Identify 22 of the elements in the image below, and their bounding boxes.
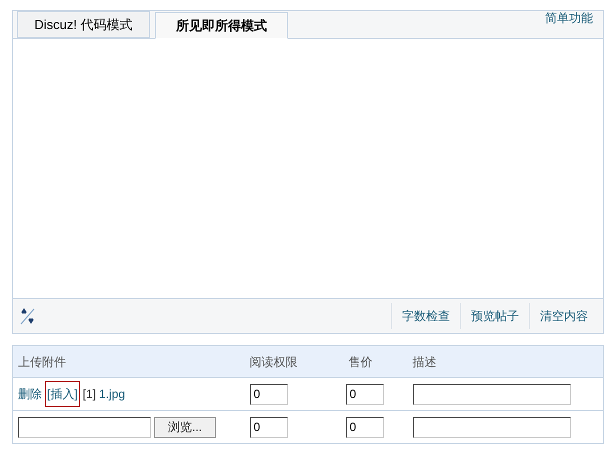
permission-field[interactable]: 0 [250, 384, 288, 404]
delete-link[interactable]: 删除 [18, 385, 42, 403]
description-field[interactable] [412, 416, 570, 438]
column-header: 阅读权限 [250, 354, 298, 368]
browse-button[interactable]: 浏览... [154, 416, 216, 438]
price-field[interactable]: 0 [346, 384, 384, 404]
toolbar-link[interactable]: 预览帖子 [460, 303, 529, 329]
permission-field[interactable]: 0 [250, 416, 288, 438]
column-header: 售价 [348, 354, 372, 368]
column-header: 描述 [412, 354, 436, 368]
description-field[interactable] [412, 384, 570, 404]
toolbar-link[interactable]: 清空内容 [529, 303, 598, 329]
price-field[interactable]: 0 [346, 416, 384, 438]
file-link[interactable]: 1.jpg [99, 385, 126, 403]
editor-tab[interactable]: 所见即所得模式 [155, 12, 288, 39]
insert-link[interactable]: [插入] [45, 381, 80, 407]
attachment-index: [1] [82, 386, 96, 403]
column-header: 上传附件 [18, 354, 66, 368]
simple-mode-link[interactable]: 简单功能 [545, 9, 593, 27]
editor-tab[interactable]: Discuz! 代码模式 [17, 11, 150, 38]
file-path-field[interactable] [18, 416, 151, 438]
toolbar-link[interactable]: 字数检查 [391, 303, 460, 329]
